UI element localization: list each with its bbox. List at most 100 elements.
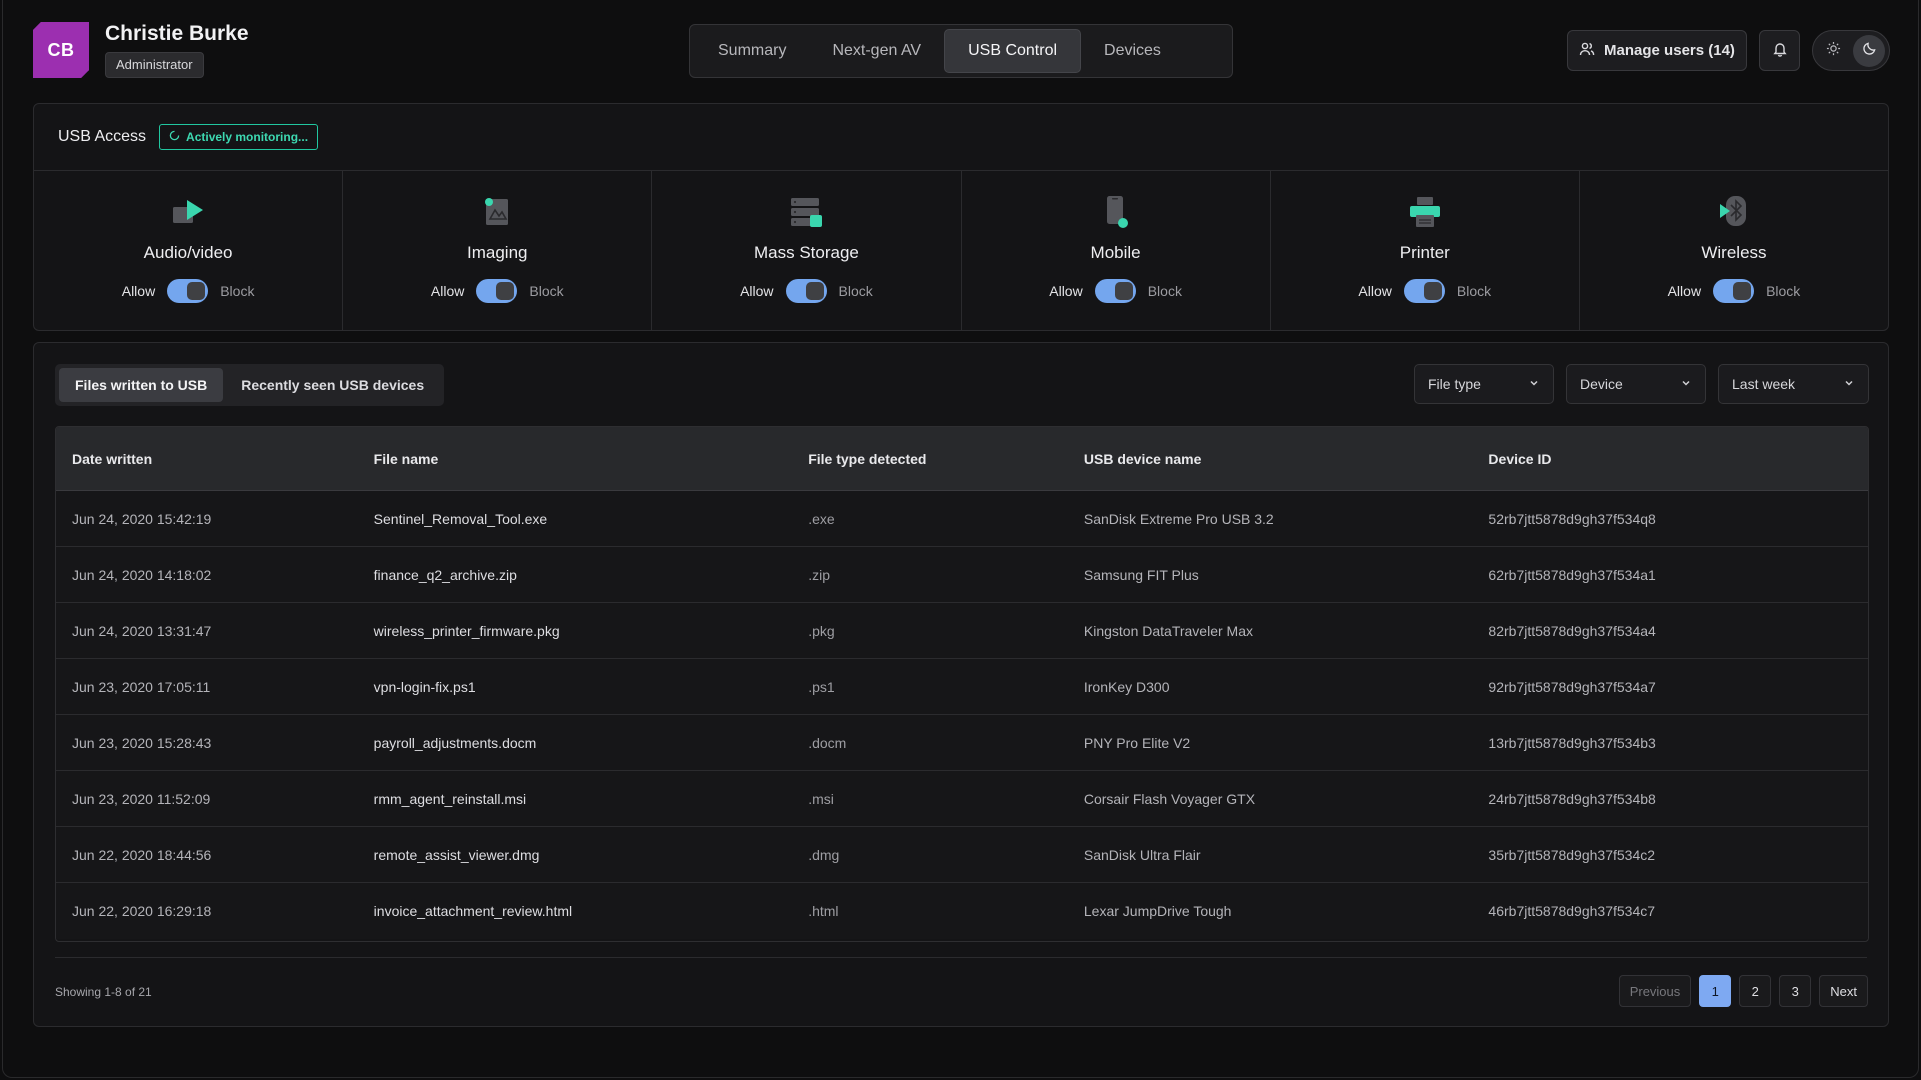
- tab-devices[interactable]: Devices: [1081, 29, 1184, 73]
- cell-usb-device: Lexar JumpDrive Tough: [1083, 903, 1232, 919]
- usb-category-audio-video: Audio/video Allow Block: [34, 171, 344, 330]
- cell-device-id: 62rb7jtt5878d9gh37f534a1: [1488, 566, 1656, 583]
- role-badge: Administrator: [105, 52, 204, 78]
- mobile-toggle[interactable]: [1094, 279, 1136, 303]
- recent-usb-devices-tab[interactable]: Recently seen USB devices: [225, 368, 440, 402]
- device-filter-label: Device: [1580, 376, 1623, 392]
- allow-block-control: Allow Block: [1049, 279, 1182, 303]
- files-table: Date written File name File type detecte…: [55, 426, 1869, 942]
- cell-file-name: payroll_adjustments.docm: [373, 734, 537, 751]
- cell-device-id: 52rb7jtt5878d9gh37f534q8: [1488, 510, 1656, 527]
- storage-icon: [786, 193, 826, 231]
- usb-category-name: Wireless: [1701, 243, 1767, 262]
- usb-category-mobile: Mobile Allow Block: [962, 171, 1271, 330]
- video-play-icon: [168, 193, 208, 231]
- cell-file-name: rmm_agent_reinstall.msi: [373, 790, 527, 807]
- cell-file-name: remote_assist_viewer.dmg: [373, 846, 540, 863]
- cell-file-name: finance_q2_archive.zip: [373, 566, 517, 583]
- table-row[interactable]: Jun 23, 2020 17:05:11 vpn-login-fix.ps1 …: [56, 659, 1868, 715]
- page-2-button[interactable]: 2: [1739, 975, 1772, 1007]
- cell-file-type: .dmg: [808, 846, 840, 863]
- block-label: Block: [1147, 283, 1182, 299]
- tab-usb-control[interactable]: USB Control: [944, 29, 1082, 73]
- cell-device-id: 24rb7jtt5878d9gh37f534b8: [1488, 790, 1656, 807]
- allow-label: Allow: [1049, 283, 1083, 299]
- light-theme-option[interactable]: [1817, 35, 1849, 67]
- tab-next-gen-av[interactable]: Next-gen AV: [809, 29, 944, 73]
- table-row[interactable]: Jun 24, 2020 13:31:47 wireless_printer_f…: [56, 603, 1868, 659]
- allow-block-control: Allow Block: [122, 279, 254, 303]
- wireless-toggle[interactable]: [1713, 279, 1755, 303]
- cell-usb-device: IronKey D300: [1083, 678, 1170, 695]
- cell-device-id: 35rb7jtt5878d9gh37f534c2: [1488, 846, 1656, 863]
- pagination: Previous 1 2 3 Next: [1618, 975, 1868, 1007]
- footer-divider: [55, 957, 1867, 958]
- table-row[interactable]: Jun 24, 2020 15:42:19 Sentinel_Removal_T…: [56, 491, 1868, 547]
- previous-page-button[interactable]: Previous: [1618, 975, 1692, 1007]
- printer-toggle[interactable]: [1403, 279, 1445, 303]
- files-view-switch: Files written to USB Recently seen USB d…: [55, 364, 445, 406]
- usb-category-wireless: Wireless Allow Block: [1580, 171, 1888, 330]
- usb-access-header: USB Access Actively monitoring...: [34, 104, 1888, 171]
- column-header-file-name[interactable]: File name: [374, 451, 809, 467]
- column-header-device-id[interactable]: Device ID: [1488, 451, 1868, 467]
- cell-date: Jun 24, 2020 15:42:19: [72, 510, 212, 527]
- page-1-button[interactable]: 1: [1699, 975, 1732, 1007]
- files-panel: Files written to USB Recently seen USB d…: [33, 342, 1889, 1027]
- table-row[interactable]: Jun 23, 2020 15:28:43 payroll_adjustment…: [56, 715, 1868, 771]
- page-3-button[interactable]: 3: [1779, 975, 1812, 1007]
- column-header-date[interactable]: Date written: [56, 451, 374, 467]
- cell-date: Jun 22, 2020 18:44:56: [72, 846, 212, 863]
- audio-video-toggle[interactable]: [167, 279, 209, 303]
- table-row[interactable]: Jun 23, 2020 11:52:09 rmm_agent_reinstal…: [56, 771, 1868, 827]
- device-filter[interactable]: Device: [1566, 364, 1706, 404]
- table-row[interactable]: Jun 24, 2020 14:18:02 finance_q2_archive…: [56, 547, 1868, 603]
- table-header: Date written File name File type detecte…: [56, 427, 1868, 491]
- usb-access-panel: USB Access Actively monitoring... Audio/…: [33, 103, 1889, 331]
- column-header-file-type[interactable]: File type detected: [808, 451, 1084, 467]
- usb-category-name: Audio/video: [143, 243, 233, 262]
- block-label: Block: [1766, 283, 1801, 299]
- chevron-down-icon: [1843, 376, 1855, 392]
- notifications-button[interactable]: [1759, 30, 1800, 71]
- tab-summary[interactable]: Summary: [695, 29, 809, 73]
- file-type-filter[interactable]: File type: [1414, 364, 1554, 404]
- cell-device-id: 92rb7jtt5878d9gh37f534a7: [1488, 678, 1656, 695]
- moon-icon: [1862, 41, 1877, 60]
- cell-file-type: .pkg: [808, 622, 835, 639]
- cell-usb-device: SanDisk Ultra Flair: [1083, 846, 1201, 863]
- imaging-toggle[interactable]: [476, 279, 518, 303]
- usb-category-name: Mobile: [1090, 243, 1141, 262]
- table-row[interactable]: Jun 22, 2020 18:44:56 remote_assist_view…: [56, 827, 1868, 883]
- cell-usb-device: PNY Pro Elite V2: [1083, 734, 1191, 751]
- bluetooth-icon: [1714, 193, 1754, 231]
- cell-usb-device: Samsung FIT Plus: [1083, 566, 1199, 583]
- monitoring-status-badge: Actively monitoring...: [159, 124, 319, 150]
- allow-label: Allow: [1358, 283, 1392, 299]
- column-header-usb-device[interactable]: USB device name: [1084, 451, 1489, 467]
- usb-access-title: USB Access: [58, 128, 147, 145]
- dark-theme-option[interactable]: [1853, 34, 1885, 67]
- image-icon: [477, 193, 517, 231]
- mass-storage-toggle[interactable]: [785, 279, 827, 303]
- usb-category-name: Mass Storage: [753, 243, 859, 262]
- files-written-tab[interactable]: Files written to USB: [59, 368, 224, 402]
- cell-file-name: vpn-login-fix.ps1: [373, 678, 476, 695]
- manage-users-button[interactable]: Manage users (14): [1567, 30, 1747, 71]
- next-page-button[interactable]: Next: [1819, 975, 1868, 1007]
- avatar-initials: CB: [47, 39, 75, 60]
- cell-date: Jun 23, 2020 11:52:09: [72, 790, 211, 807]
- cell-file-type: .msi: [808, 790, 834, 807]
- date-range-filter-label: Last week: [1732, 376, 1796, 392]
- theme-toggle[interactable]: [1812, 30, 1890, 71]
- block-label: Block: [529, 283, 564, 299]
- cell-usb-device: Kingston DataTraveler Max: [1083, 622, 1253, 639]
- cell-file-name: Sentinel_Removal_Tool.exe: [373, 510, 548, 527]
- cell-device-id: 13rb7jtt5878d9gh37f534b3: [1488, 734, 1656, 751]
- chevron-down-icon: [1680, 376, 1692, 392]
- table-row[interactable]: Jun 22, 2020 16:29:18 invoice_attachment…: [56, 883, 1868, 939]
- date-range-filter[interactable]: Last week: [1718, 364, 1869, 404]
- user-name: Christie Burke: [105, 22, 249, 45]
- avatar[interactable]: CB: [33, 22, 89, 78]
- allow-label: Allow: [1667, 283, 1702, 299]
